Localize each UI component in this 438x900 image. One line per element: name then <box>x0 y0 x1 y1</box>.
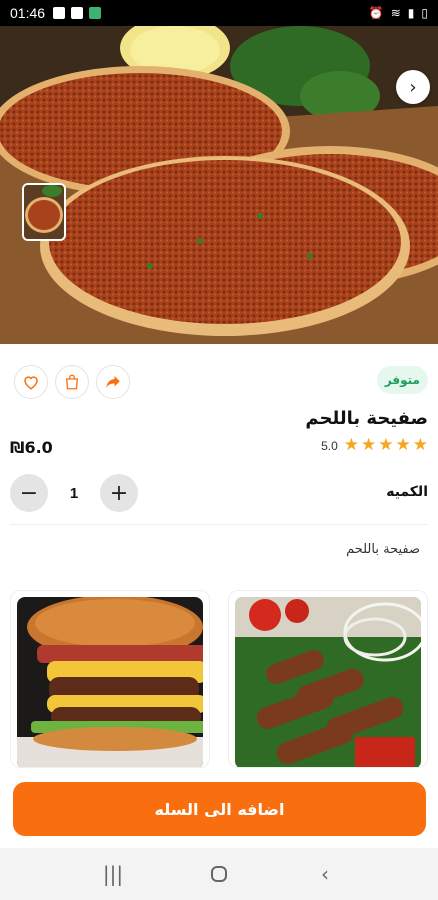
share-button[interactable] <box>96 365 130 399</box>
quantity-label: الكميه <box>386 484 428 500</box>
message-icon <box>71 7 84 19</box>
product-description: صفيحة باللحم <box>346 542 420 557</box>
product-title: صفيحة باللحم <box>305 408 428 429</box>
heart-icon <box>24 376 38 390</box>
wifi-icon: ≋ <box>390 6 401 20</box>
next-image-button[interactable]: › <box>396 70 430 104</box>
star-icon: ★ <box>412 435 428 455</box>
quantity-value: 1 <box>69 484 79 502</box>
kebab-skewers-photo <box>235 597 421 767</box>
divider <box>10 524 428 525</box>
star-icon: ★ <box>361 435 377 455</box>
recent-apps-button[interactable]: ||| <box>98 859 128 889</box>
app-icon <box>89 7 102 19</box>
product-price: ₪6.0 <box>10 438 53 457</box>
thumbnail-image <box>24 185 64 239</box>
recent-apps-icon: ||| <box>102 862 124 886</box>
increase-quantity-button[interactable]: + <box>100 474 138 512</box>
decrease-quantity-button[interactable]: − <box>10 474 48 512</box>
minus-icon: − <box>19 480 39 506</box>
plus-icon: + <box>109 480 129 506</box>
product-rating: 5.0 ★ ★ ★ ★ ★ <box>321 437 428 454</box>
status-bar: 01:46 ⏰ ≋ ▮ ▯ <box>0 0 438 26</box>
system-nav-bar: ||| ‹ <box>0 848 438 900</box>
chevron-right-icon: › <box>409 76 417 98</box>
quantity-stepper: − 1 + <box>10 474 138 512</box>
alarm-icon: ⏰ <box>368 6 384 20</box>
share-icon <box>106 376 120 388</box>
star-icon: ★ <box>343 435 359 455</box>
shopping-bag-icon <box>66 374 78 390</box>
back-button[interactable]: ‹ <box>310 859 340 889</box>
add-to-bag-button[interactable] <box>55 365 89 399</box>
product-actions <box>14 365 130 399</box>
product-image[interactable]: › <box>0 26 438 344</box>
star-icon: ★ <box>395 435 411 455</box>
related-product-card[interactable] <box>10 590 210 768</box>
availability-badge: متوفر <box>376 366 428 394</box>
rating-value: 5.0 <box>321 438 338 453</box>
burger-photo <box>17 597 203 767</box>
status-time: 01:46 <box>10 5 46 21</box>
battery-icon: ▯ <box>421 6 428 20</box>
home-button[interactable] <box>204 859 234 889</box>
add-to-cart-button[interactable]: اضافه الى السله <box>13 782 426 836</box>
lahm-bi-ajeen-photo <box>0 26 438 344</box>
favorite-button[interactable] <box>14 365 48 399</box>
image-icon <box>53 7 66 19</box>
home-icon <box>211 866 227 882</box>
image-thumbnail[interactable] <box>22 183 66 241</box>
back-icon: ‹ <box>321 862 329 886</box>
related-product-card[interactable] <box>228 590 428 768</box>
signal-icon: ▮ <box>407 6 415 20</box>
star-icon: ★ <box>378 435 394 455</box>
